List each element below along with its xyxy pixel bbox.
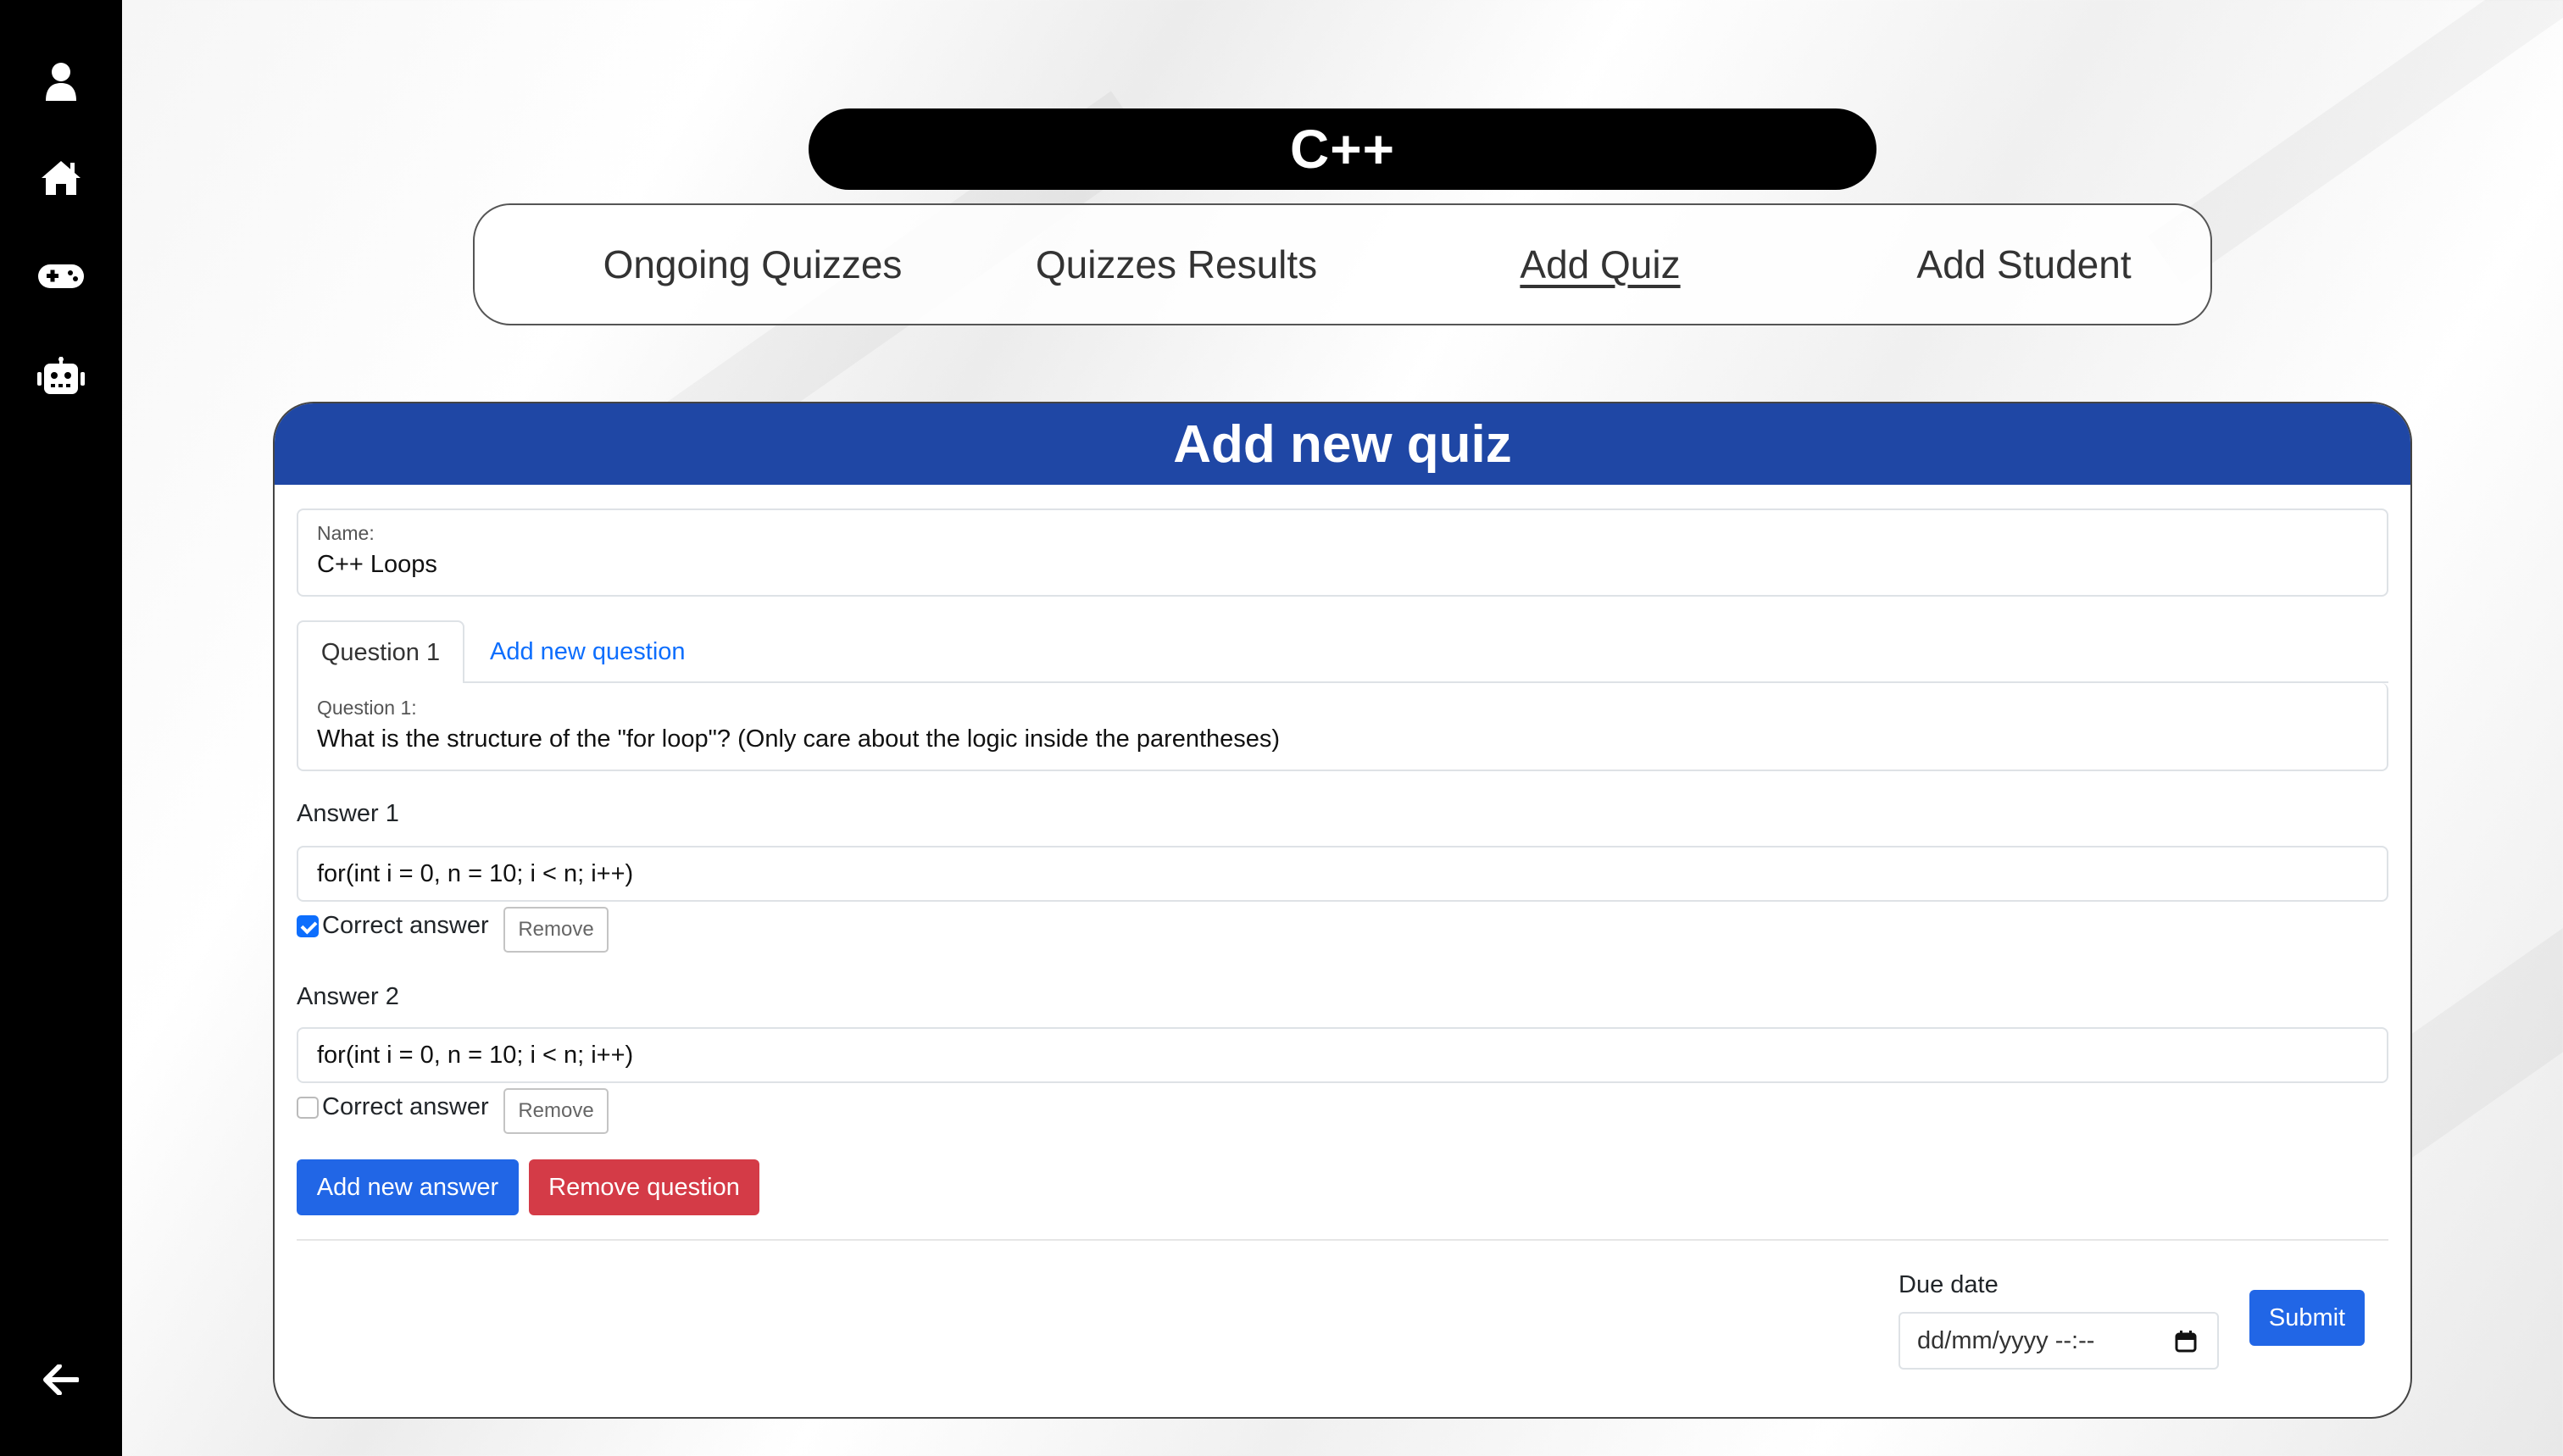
due-date-placeholder: dd/mm/yyyy --:-- xyxy=(1917,1326,2095,1354)
add-quiz-card: Add new quiz Name: C++ Loops Question 1 … xyxy=(273,402,2412,1419)
user-icon[interactable] xyxy=(0,47,122,115)
tab-question-1[interactable]: Question 1 xyxy=(297,620,464,683)
nav-quizzes-results[interactable]: Quizzes Results xyxy=(965,205,1388,324)
gamepad-icon[interactable] xyxy=(0,242,122,310)
question-label: Question 1: xyxy=(317,697,417,719)
course-title: C++ xyxy=(809,108,1876,190)
answer-2-input[interactable]: for(int i = 0, n = 10; i < n; i++) xyxy=(297,1027,2388,1083)
answer-1-correct-label: Correct answer xyxy=(322,912,489,939)
quiz-nav: Ongoing Quizzes Quizzes Results Add Quiz… xyxy=(473,203,2212,325)
due-date-label: Due date xyxy=(1899,1271,1999,1298)
quiz-name-value: C++ Loops xyxy=(317,551,437,578)
question-value: What is the structure of the "for loop"?… xyxy=(317,725,1281,753)
sidebar xyxy=(0,0,122,1456)
answer-2-label: Answer 2 xyxy=(297,983,399,1010)
answer-1-label: Answer 1 xyxy=(297,800,399,827)
answer-2-correct-label: Correct answer xyxy=(322,1093,489,1120)
nav-add-quiz[interactable]: Add Quiz xyxy=(1388,205,1812,324)
form-divider xyxy=(297,1239,2388,1241)
answer-1-input[interactable]: for(int i = 0, n = 10; i < n; i++) xyxy=(297,846,2388,902)
add-new-question-link[interactable]: Add new question xyxy=(490,620,686,683)
quiz-name-field[interactable]: Name: C++ Loops xyxy=(297,508,2388,597)
back-arrow-icon[interactable] xyxy=(0,1346,122,1414)
answer-1-remove-button[interactable]: Remove xyxy=(503,907,609,953)
add-new-answer-button[interactable]: Add new answer xyxy=(297,1159,519,1215)
quiz-name-label: Name: xyxy=(317,522,375,544)
answer-2-remove-button[interactable]: Remove xyxy=(503,1088,609,1134)
answer-2-correct-checkbox[interactable] xyxy=(297,1097,319,1119)
calendar-icon[interactable] xyxy=(2175,1331,2197,1353)
remove-question-button[interactable]: Remove question xyxy=(529,1159,759,1215)
robot-icon[interactable] xyxy=(0,342,122,410)
submit-button[interactable]: Submit xyxy=(2249,1290,2365,1346)
home-icon[interactable] xyxy=(0,144,122,212)
nav-add-student[interactable]: Add Student xyxy=(1812,205,2236,324)
card-title: Add new quiz xyxy=(275,403,2410,485)
due-date-input[interactable]: dd/mm/yyyy --:-- xyxy=(1899,1312,2219,1370)
question-field[interactable]: Question 1: What is the structure of the… xyxy=(297,683,2388,771)
answer-1-correct-checkbox[interactable] xyxy=(297,915,319,937)
nav-ongoing-quizzes[interactable]: Ongoing Quizzes xyxy=(541,205,965,324)
